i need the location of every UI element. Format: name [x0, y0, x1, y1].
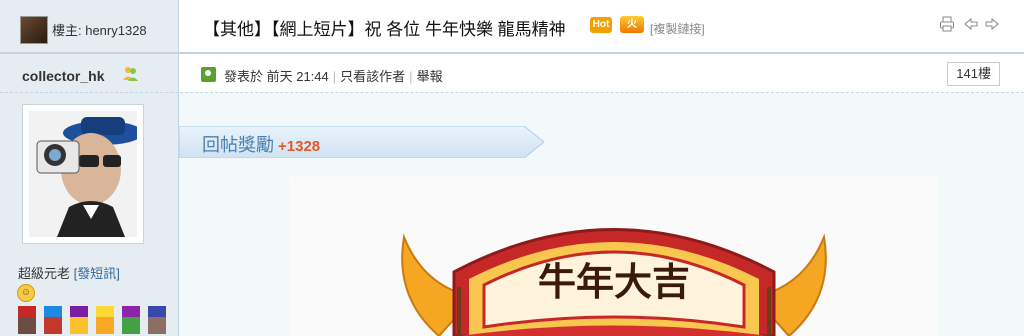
user-group-icon [122, 65, 139, 82]
report-link[interactable]: 舉報 [417, 69, 443, 84]
author-username[interactable]: collector_hk [22, 68, 104, 84]
thread-title: 【其他】【網上短片】祝 各位 牛年快樂 龍馬精神 [203, 20, 566, 39]
avatar-photo [29, 111, 137, 237]
medal-icon[interactable] [18, 306, 36, 334]
op-label[interactable]: 樓主: henry1328 [52, 20, 147, 39]
reward-amount: +1328 [278, 138, 321, 155]
medal-icon[interactable] [70, 306, 88, 334]
medal-icon[interactable] [44, 306, 62, 334]
floor-number[interactable]: 141樓 [947, 62, 1000, 86]
reward-text: 回帖獎勵 +1328 [202, 131, 320, 157]
medal-icon[interactable] [96, 306, 114, 334]
author-sidebar: collector_hk 超級元老 [發短訊] ☺ [0, 54, 179, 336]
only-author-link[interactable]: 只看該作者 [340, 69, 405, 84]
hot-badge-icon: Hot [590, 17, 612, 33]
post-image[interactable]: 牛年大吉 [289, 177, 939, 336]
print-icon[interactable] [938, 16, 956, 34]
rank-title: 超級元老 [18, 266, 71, 281]
user-rank: 超級元老 [發短訊] [18, 263, 120, 282]
post-content: 回帖獎勵 +1328 牛年大吉 [179, 93, 1024, 336]
post-time: 發表於 前天 21:44 [224, 69, 329, 84]
reward-label: 回帖獎勵 [202, 135, 274, 155]
fire-badge-icon: 火 [620, 16, 644, 33]
original-poster-cell: 樓主: henry1328 [0, 0, 179, 52]
post-meta-bar: 發表於 前天 21:44 | 只看該作者 | 舉報 141樓 [179, 54, 1024, 92]
online-status-icon [201, 67, 216, 82]
post-meta: 發表於 前天 21:44 | 只看該作者 | 舉報 [224, 69, 443, 84]
previous-thread-icon[interactable] [962, 16, 980, 34]
send-pm-link[interactable]: [發短訊] [74, 266, 120, 281]
medal-icon[interactable] [122, 306, 140, 334]
op-avatar[interactable] [20, 16, 48, 44]
copy-link[interactable]: [複製鏈接] [650, 20, 705, 37]
smiley-icon: ☺ [17, 284, 35, 302]
author-avatar[interactable] [22, 104, 144, 244]
medal-icon[interactable] [148, 306, 166, 334]
next-thread-icon[interactable] [983, 16, 1001, 34]
banner-text: 牛年大吉 [538, 259, 690, 304]
reply-reward-banner: 回帖獎勵 +1328 [179, 126, 544, 158]
thread-header-bar: 樓主: henry1328 【其他】【網上短片】祝 各位 牛年快樂 龍馬精神 H… [0, 0, 1024, 54]
